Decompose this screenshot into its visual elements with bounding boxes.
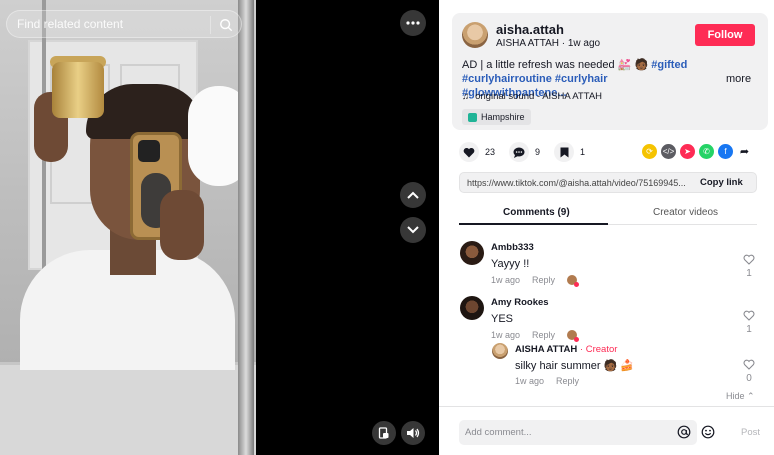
post-info-card: aisha.attah AISHA ATTAH · 1w ago Follow … (452, 13, 768, 130)
tab-bar: Comments (9) Creator videos (459, 200, 757, 225)
whatsapp-icon[interactable]: ✆ (699, 144, 714, 159)
comment-text: Yayyy !! (491, 258, 530, 270)
search-placeholder: Find related content (17, 17, 124, 31)
chevron-down-icon (407, 226, 419, 234)
chevron-up-icon (407, 191, 419, 199)
commenter-name[interactable]: Amy Rookes (491, 297, 577, 308)
repost-icon[interactable]: ⟳ (642, 144, 657, 159)
share-buttons: ⟳ </> ➤ ✆ f ➦ (642, 144, 752, 159)
bookmark-icon (560, 147, 569, 157)
chevron-up-icon: ⌃ (747, 391, 755, 401)
heart-icon (463, 147, 475, 157)
previous-video-button[interactable] (400, 182, 426, 208)
comment-text: silky hair summer 🧑🏾 🍰 (515, 360, 635, 372)
more-button[interactable]: more (726, 73, 751, 85)
hide-replies-button[interactable]: Hide ⌃ (726, 391, 755, 402)
heart-outline-icon (743, 359, 755, 370)
comment-like[interactable]: 0 (740, 359, 758, 384)
heart-outline-icon (743, 254, 755, 265)
comment-like[interactable]: 1 (740, 310, 758, 335)
share-url[interactable]: https://www.tiktok.com/@aisha.attah/vide… (460, 178, 692, 188)
comment-like-count: 1 (746, 268, 752, 279)
hashtag-link[interactable]: #curlyhair (555, 73, 608, 85)
engagement-bar: 23 9 1 (459, 142, 599, 162)
comment-like-count: 0 (746, 373, 752, 384)
comment-time: 1w ago (491, 275, 521, 285)
commenter-avatar[interactable] (460, 296, 484, 320)
volume-icon (407, 428, 420, 438)
comment-item: Amy Rookes YES 1w ago Reply (491, 297, 580, 342)
video-player[interactable]: Find related content (0, 0, 439, 455)
commenter-name[interactable]: Ambb333 (491, 242, 577, 253)
follow-button[interactable]: Follow (695, 24, 755, 46)
more-options-button[interactable] (400, 10, 426, 36)
comment-like[interactable]: 1 (740, 254, 758, 279)
hashtag-link[interactable]: #gifted (651, 59, 687, 71)
post-comment-button[interactable]: Post (741, 427, 760, 438)
send-icon[interactable]: ➤ (680, 144, 695, 159)
reply-item: AISHA ATTAH · Creator silky hair summer … (515, 344, 634, 386)
comment-button[interactable] (509, 142, 530, 162)
next-video-button[interactable] (400, 217, 426, 243)
copy-link-button[interactable]: Copy link (692, 177, 743, 188)
comment-count: 9 (535, 147, 541, 157)
facebook-icon[interactable]: f (718, 144, 733, 159)
share-link-box: https://www.tiktok.com/@aisha.attah/vide… (459, 172, 757, 193)
comment-time: 1w ago (515, 376, 545, 386)
video-frame (0, 0, 256, 455)
author-subtitle: AISHA ATTAH · 1w ago (496, 38, 601, 49)
embed-icon[interactable]: </> (661, 144, 676, 159)
comment-item: Ambb333 Yayyy !! 1w ago Reply (491, 242, 580, 287)
comment-text: YES (491, 313, 514, 325)
location-pin-icon (468, 112, 477, 122)
comment-input[interactable]: Add comment... (459, 420, 715, 445)
ellipsis-icon (406, 21, 420, 25)
music-note-icon: ♫ (462, 91, 470, 102)
author-username[interactable]: aisha.attah (496, 22, 564, 37)
reply-button[interactable]: Reply (532, 275, 555, 285)
reply-avatar[interactable] (492, 343, 508, 359)
hashtag-link[interactable]: #curlyhairroutine (462, 73, 552, 85)
tab-comments[interactable]: Comments (9) (503, 207, 570, 218)
details-panel: aisha.attah AISHA ATTAH · 1w ago Follow … (439, 0, 774, 455)
comment-placeholder: Add comment... (465, 427, 532, 438)
creator-badge: · Creator (579, 344, 618, 355)
float-icon (378, 427, 389, 439)
comment-like-count: 1 (746, 324, 752, 335)
comment-time: 1w ago (491, 330, 521, 340)
reply-button[interactable]: Reply (532, 330, 555, 340)
commenter-name[interactable]: AISHA ATTAH (515, 344, 577, 355)
share-arrow-icon[interactable]: ➦ (737, 144, 752, 159)
mini-player-button[interactable] (372, 421, 396, 445)
like-button[interactable] (459, 142, 479, 162)
heart-outline-icon (743, 310, 755, 321)
search-icon[interactable] (219, 18, 233, 32)
emoji-icon[interactable] (701, 425, 715, 439)
tab-creator-videos[interactable]: Creator videos (653, 207, 718, 218)
author-avatar[interactable] (462, 22, 488, 48)
reply-button[interactable]: Reply (556, 376, 579, 386)
commenter-avatar[interactable] (460, 241, 484, 265)
location-tag[interactable]: Hampshire (462, 109, 531, 125)
mention-icon[interactable] (677, 425, 691, 439)
comment-icon (513, 147, 525, 158)
active-tab-indicator (459, 223, 608, 225)
creator-liked-avatar (567, 330, 580, 342)
like-count: 23 (485, 147, 496, 157)
search-bar[interactable]: Find related content (6, 10, 242, 38)
save-button[interactable] (554, 142, 575, 162)
product-jar (52, 62, 104, 118)
volume-button[interactable] (401, 421, 425, 445)
save-count: 1 (580, 147, 586, 157)
creator-liked-avatar (567, 275, 580, 287)
sound-link[interactable]: ♫ original sound - AISHA ATTAH (462, 91, 602, 102)
